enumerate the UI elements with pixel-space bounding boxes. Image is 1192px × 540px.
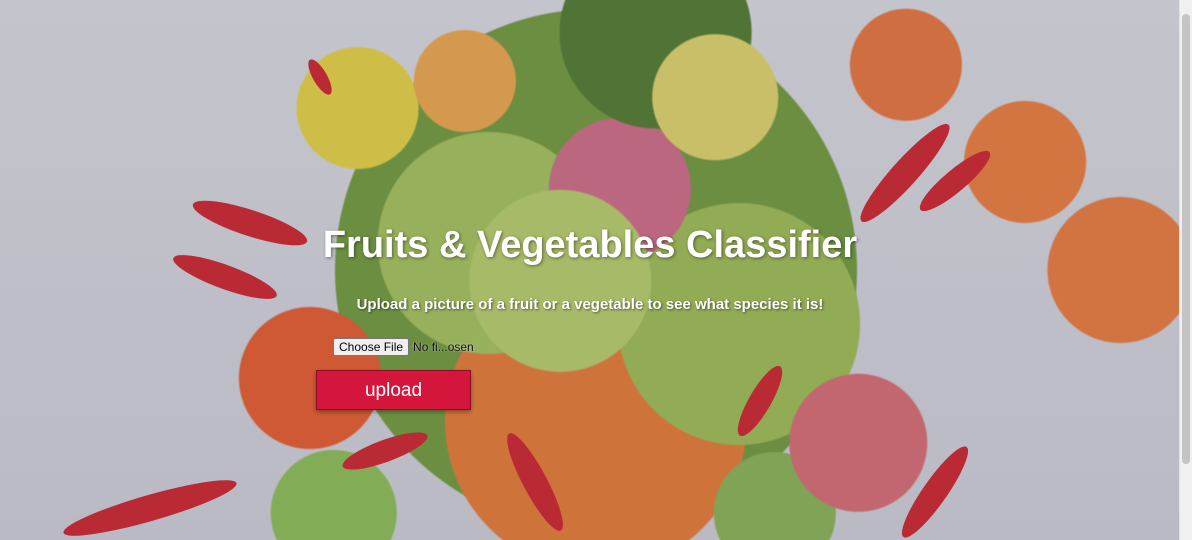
file-input[interactable]: Choose File No fi...osen (333, 338, 474, 356)
scrollbar-thumb[interactable] (1182, 14, 1190, 464)
file-status-text: No fi...osen (413, 340, 474, 354)
page-subtitle: Upload a picture of a fruit or a vegetab… (356, 296, 824, 313)
choose-file-button[interactable]: Choose File (333, 338, 410, 356)
page-title: Fruits & Vegetables Classifier (322, 224, 858, 266)
upload-button[interactable]: upload (316, 370, 471, 410)
page: Fruits & Vegetables Classifier Upload a … (0, 0, 1192, 540)
main-content: Fruits & Vegetables Classifier Upload a … (0, 0, 1180, 540)
vertical-scrollbar[interactable] (1179, 0, 1192, 540)
